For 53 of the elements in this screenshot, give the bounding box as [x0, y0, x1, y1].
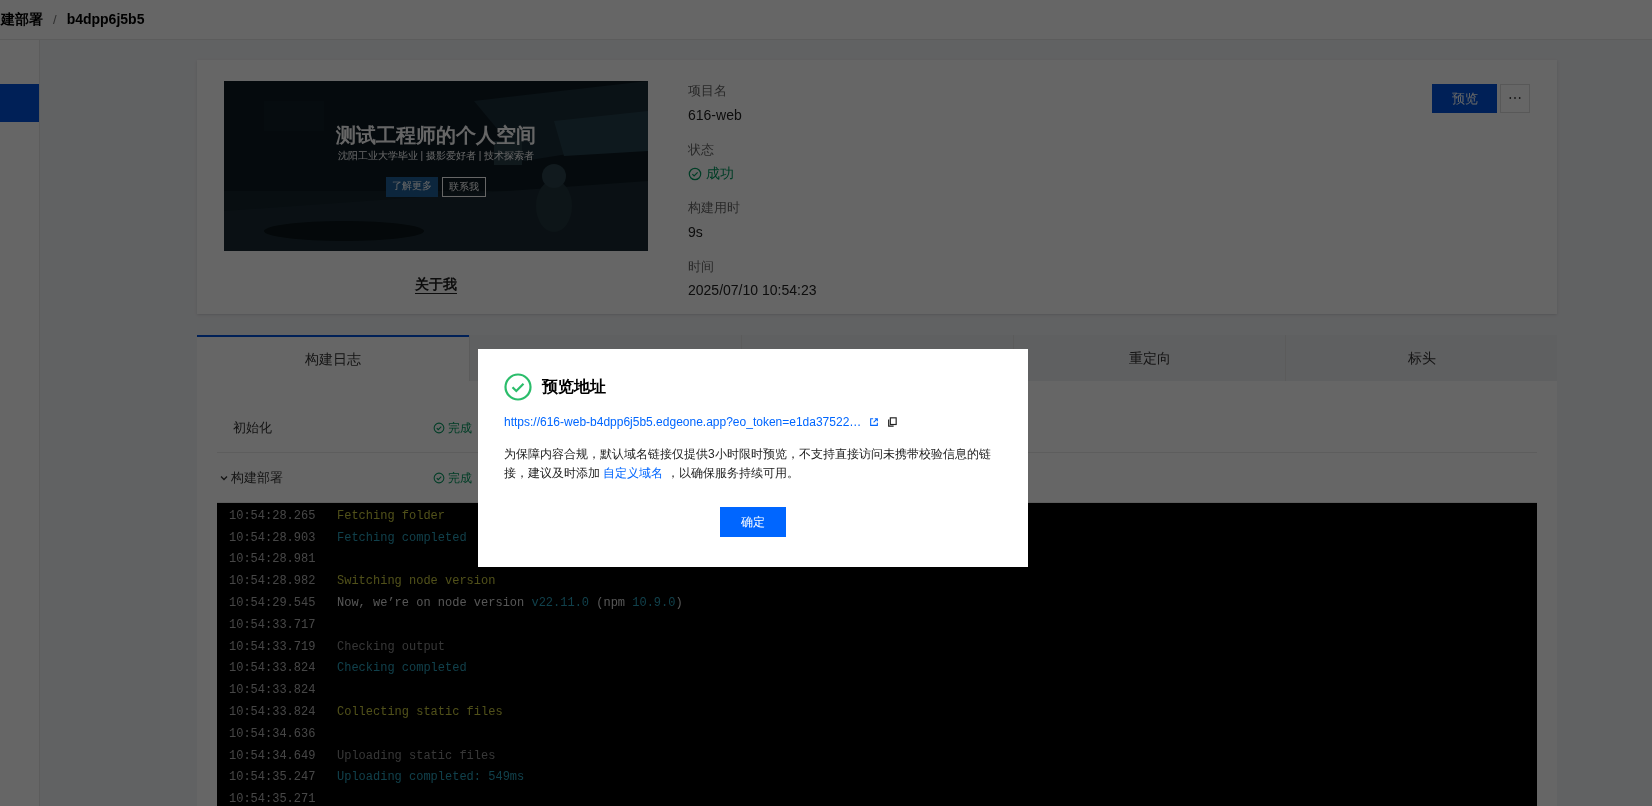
dialog-title: 预览地址 — [542, 377, 606, 397]
log-time: 10:54:28.903 — [229, 529, 317, 547]
breadcrumb-current: b4dpp6j5b5 — [66, 10, 145, 29]
log-time: 10:54:34.636 — [229, 725, 317, 743]
log-time: 10:54:29.545 — [229, 595, 317, 613]
success-icon — [688, 166, 702, 181]
log-message: Uploading completed: 549ms — [337, 769, 525, 787]
success-icon — [433, 421, 445, 434]
log-message: Switching node version — [337, 573, 496, 591]
log-time: 10:54:33.719 — [229, 638, 317, 656]
log-message: Checking completed — [337, 660, 467, 678]
page-caption[interactable]: 关于我 — [415, 275, 457, 294]
log-time: 10:54:33.824 — [229, 660, 317, 678]
field-label: 时间 — [688, 257, 715, 276]
success-icon — [433, 471, 445, 484]
log-message: Now, we’re on node version v22.11.0 (npm 10.9.0) — [337, 595, 683, 613]
custom-domain-link[interactable]: 自定义域名 — [603, 466, 664, 480]
copy-icon[interactable] — [887, 417, 898, 427]
success-icon — [504, 373, 532, 401]
dialog-message: 为保障内容合规，默认域名链接仅提供3小时限时预览，不支持直接访问未携带校验信息的链接，建议及时添加 自定义域名 ，以确保服务持续可用。 — [504, 446, 992, 482]
field-value: 616-web — [688, 105, 743, 125]
step-status: 完成 — [448, 419, 472, 437]
preview-url-link[interactable]: https://616-web-b4dpp6j5b5.edgeone.app?eo_token=e1da37522… — [504, 413, 862, 431]
step-name: 初始化 — [233, 418, 272, 437]
tab[interactable]: 构建日志 — [197, 335, 469, 381]
confirm-button[interactable]: 确定 — [720, 507, 786, 537]
step-status: 完成 — [448, 469, 472, 487]
site-subtitle: 沈阳工业大学毕业 | 摄影爱好者 | 技术探索者 — [337, 151, 535, 161]
site-title: 测试工程师的个人空间 — [336, 125, 536, 145]
field-value: 成功 — [706, 164, 734, 183]
log-time: 10:54:28.265 — [229, 507, 317, 525]
step-name: 构建部署 — [231, 468, 283, 487]
log-time: 10:54:28.981 — [229, 551, 317, 569]
log-time: 10:54:34.649 — [229, 747, 317, 765]
field-label: 状态 — [688, 140, 715, 159]
log-time: 10:54:33.824 — [229, 682, 317, 700]
external-link-icon[interactable] — [869, 417, 880, 427]
log-message: Fetching completed — [337, 529, 467, 547]
preview-button[interactable]: 预览 — [1432, 84, 1497, 113]
breadcrumb-link[interactable]: 建部署 — [1, 9, 43, 30]
field-label: 项目名 — [688, 82, 728, 100]
field-label: 构建用时 — [688, 199, 741, 217]
log-time: 10:54:28.982 — [229, 573, 317, 591]
log-time: 10:54:35.271 — [229, 791, 317, 806]
breadcrumb-separator: / — [53, 10, 57, 29]
field-value: 2025/07/10 10:54:23 — [688, 281, 818, 300]
log-time: 10:54:35.247 — [229, 769, 317, 787]
log-message: Fetching folder — [337, 507, 446, 525]
log-time: 10:54:33.824 — [229, 704, 317, 722]
log-message: Collecting static files — [337, 704, 503, 722]
field-value: 9s — [688, 222, 704, 242]
log-time: 10:54:33.717 — [229, 616, 317, 634]
more-button[interactable]: ⋯ — [1500, 84, 1530, 113]
